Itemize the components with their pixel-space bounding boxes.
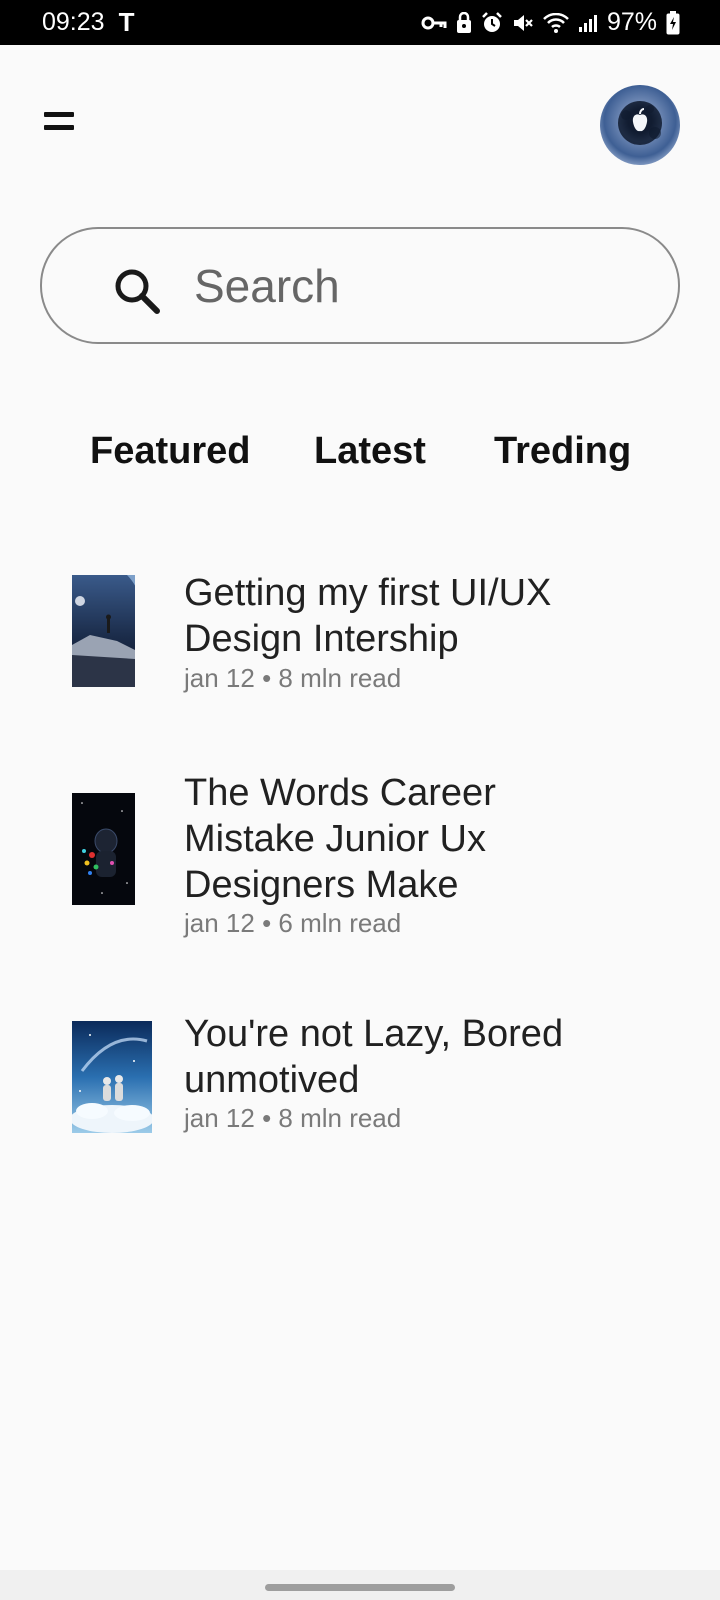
battery-percent: 97% xyxy=(606,8,657,36)
status-bar: 09:23 T 97% xyxy=(0,0,720,45)
article-title-line: Designers Make xyxy=(184,864,459,906)
article-title-line: The Words Career xyxy=(184,772,496,814)
article-title[interactable]: The Words Career Mistake Junior Ux Desig… xyxy=(184,770,654,908)
article-meta: jan 12 • 6 mln read xyxy=(184,908,402,938)
article-title-line: Mistake Junior Ux xyxy=(184,818,486,860)
tab-trending[interactable]: Treding xyxy=(494,430,631,473)
article-thumbnail[interactable] xyxy=(72,793,135,905)
avatar-image xyxy=(618,101,662,145)
article-title-line: Getting my first UI/UX xyxy=(184,572,552,614)
lock-icon xyxy=(456,11,471,33)
alarm-icon xyxy=(482,11,502,32)
search-icon xyxy=(115,269,160,314)
status-time: 09:23 xyxy=(42,8,105,36)
home-gesture-handle[interactable] xyxy=(265,1584,455,1591)
status-left: 09:23 T xyxy=(42,7,134,38)
article-title-line: unmotived xyxy=(184,1059,360,1101)
article-title-line: Design Intership xyxy=(184,618,459,660)
menu-line xyxy=(44,125,74,130)
search-bar[interactable] xyxy=(40,227,680,344)
screen: 09:23 T 97% Search Featured Latest Tredi… xyxy=(0,0,720,1600)
signal-icon xyxy=(578,14,597,32)
article-title-line: You're not Lazy, Bored xyxy=(184,1013,564,1055)
profile-avatar[interactable] xyxy=(600,85,680,165)
menu-line xyxy=(44,112,74,117)
article-thumbnail[interactable] xyxy=(72,575,135,687)
tab-featured[interactable]: Featured xyxy=(90,430,250,473)
battery-charging-icon xyxy=(666,10,680,34)
article-meta: jan 12 • 8 mln read xyxy=(184,663,402,693)
article-meta: jan 12 • 8 mln read xyxy=(184,1103,402,1133)
search-input[interactable] xyxy=(194,251,674,321)
status-right: 97% xyxy=(421,8,680,37)
vpn-key-icon xyxy=(421,16,447,29)
article-thumbnail[interactable] xyxy=(72,1021,152,1133)
mute-icon xyxy=(513,14,533,31)
carrier-icon: T xyxy=(118,7,135,37)
article-title[interactable]: Getting my first UI/UX Design Intership xyxy=(184,570,654,662)
article-title[interactable]: You're not Lazy, Bored unmotived xyxy=(184,1011,654,1103)
wifi-icon xyxy=(543,12,569,33)
hamburger-menu-icon[interactable] xyxy=(44,112,74,134)
tab-latest[interactable]: Latest xyxy=(314,430,426,473)
